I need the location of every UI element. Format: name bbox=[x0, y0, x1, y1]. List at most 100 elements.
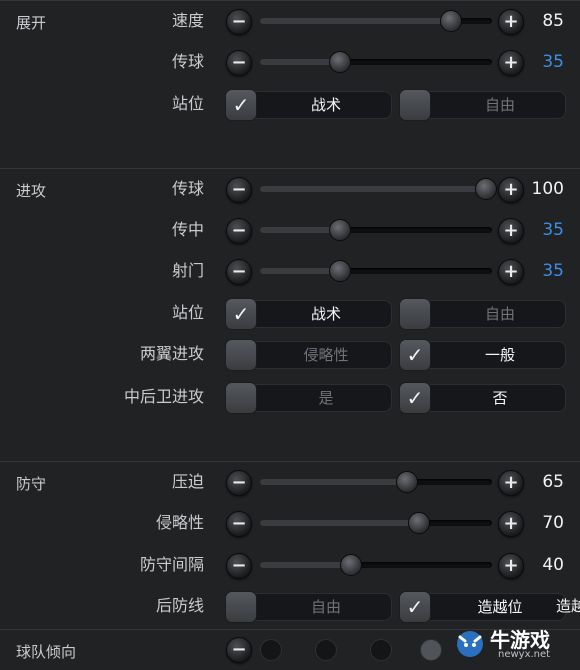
minus-button[interactable]: − bbox=[226, 259, 252, 285]
minus-icon: − bbox=[231, 261, 247, 282]
option-free[interactable]: 自由 bbox=[399, 89, 566, 121]
slider-value: 70 bbox=[542, 513, 564, 533]
plus-button[interactable]: + bbox=[498, 553, 524, 579]
minus-button[interactable]: − bbox=[226, 9, 252, 35]
row-label: 防守间隔 bbox=[139, 555, 204, 574]
option-row-wing-attack: 两翼进攻 侵略性 ✓ 一般 bbox=[0, 334, 580, 374]
row-label: 站位 bbox=[171, 94, 204, 113]
slider-value: 35 bbox=[542, 220, 564, 240]
option-tactical[interactable]: ✓ 战术 bbox=[225, 89, 392, 121]
option-no[interactable]: ✓ 否 bbox=[399, 382, 566, 414]
row-label: 中后卫进攻 bbox=[123, 387, 204, 406]
row-label: 速度 bbox=[171, 11, 204, 30]
option-label: 战术 bbox=[310, 96, 341, 114]
minus-icon: − bbox=[231, 639, 247, 660]
minus-button[interactable]: − bbox=[226, 470, 252, 496]
watermark-url: newyx.net bbox=[498, 649, 551, 660]
plus-button[interactable]: + bbox=[498, 218, 524, 244]
row-label: 射门 bbox=[171, 261, 204, 280]
row-label: 传中 bbox=[171, 220, 204, 239]
checkbox-empty[interactable] bbox=[399, 89, 431, 121]
checkbox-empty[interactable] bbox=[225, 382, 257, 414]
slider-knob[interactable] bbox=[328, 260, 351, 282]
option-label: 战术 bbox=[310, 305, 341, 323]
plus-button[interactable]: + bbox=[498, 177, 524, 203]
check-icon[interactable]: ✓ bbox=[399, 382, 431, 414]
slider-track[interactable] bbox=[260, 554, 492, 576]
option-label: 否 bbox=[492, 389, 508, 407]
row-label: 后防线 bbox=[155, 596, 204, 615]
slider-row-aggression: 侵略性 − + 70 bbox=[0, 503, 580, 543]
tendency-step[interactable] bbox=[315, 639, 337, 661]
slider-track[interactable] bbox=[260, 51, 492, 73]
minus-button[interactable]: − bbox=[226, 637, 252, 663]
minus-icon: − bbox=[231, 555, 247, 576]
option-tactical[interactable]: ✓ 战术 bbox=[225, 298, 392, 330]
slider-knob[interactable] bbox=[475, 178, 498, 200]
check-icon[interactable]: ✓ bbox=[399, 591, 431, 623]
section-label-team-tendency: 球队倾向 bbox=[16, 643, 77, 661]
slider-fill bbox=[260, 186, 486, 192]
tendency-step[interactable] bbox=[370, 639, 392, 661]
overflow-option-label: 造越 bbox=[556, 597, 580, 615]
option-row-cb-attack: 中后卫进攻 是 ✓ 否 bbox=[0, 377, 580, 417]
option-label: 造越位 bbox=[477, 598, 523, 616]
slider-row-shooting: 射门 − + 35 bbox=[0, 251, 580, 291]
checkbox-empty[interactable] bbox=[225, 339, 257, 371]
slider-track[interactable] bbox=[260, 471, 492, 493]
slider-fill bbox=[260, 562, 351, 568]
slider-value: 35 bbox=[542, 261, 564, 281]
minus-icon: − bbox=[231, 220, 247, 241]
slider-fill bbox=[260, 520, 418, 526]
check-icon[interactable]: ✓ bbox=[225, 89, 257, 121]
plus-icon: + bbox=[503, 179, 519, 200]
option-free[interactable]: 自由 bbox=[399, 298, 566, 330]
plus-button[interactable]: + bbox=[498, 511, 524, 537]
slider-track[interactable] bbox=[260, 10, 492, 32]
plus-icon: + bbox=[503, 472, 519, 493]
option-yes[interactable]: 是 bbox=[225, 382, 392, 414]
slider-knob[interactable] bbox=[407, 512, 430, 534]
slider-knob[interactable] bbox=[340, 554, 363, 576]
plus-button[interactable]: + bbox=[498, 50, 524, 76]
row-label: 站位 bbox=[171, 303, 204, 322]
plus-button[interactable]: + bbox=[498, 470, 524, 496]
checkbox-empty[interactable] bbox=[225, 591, 257, 623]
minus-button[interactable]: − bbox=[226, 50, 252, 76]
minus-icon: − bbox=[231, 52, 247, 73]
minus-button[interactable]: − bbox=[226, 553, 252, 579]
slider-row-crossing: 传中 − + 35 bbox=[0, 210, 580, 250]
slider-track[interactable] bbox=[260, 260, 492, 282]
option-offside-trap[interactable]: ✓ 造越位 bbox=[399, 591, 566, 623]
minus-button[interactable]: − bbox=[226, 177, 252, 203]
tendency-step[interactable] bbox=[260, 639, 282, 661]
checkbox-empty[interactable] bbox=[399, 298, 431, 330]
option-aggressive[interactable]: 侵略性 bbox=[225, 339, 392, 371]
option-normal[interactable]: ✓ 一般 bbox=[399, 339, 566, 371]
slider-knob[interactable] bbox=[440, 10, 463, 32]
option-free[interactable]: 自由 bbox=[225, 591, 392, 623]
option-row-positioning: 站位 ✓ 战术 自由 bbox=[0, 84, 580, 124]
plus-icon: + bbox=[503, 513, 519, 534]
option-label: 自由 bbox=[310, 598, 341, 616]
slider-track[interactable] bbox=[260, 219, 492, 241]
plus-icon: + bbox=[503, 220, 519, 241]
slider-knob[interactable] bbox=[328, 51, 351, 73]
tendency-step-active[interactable] bbox=[420, 639, 442, 661]
slider-value: 65 bbox=[542, 472, 564, 492]
plus-button[interactable]: + bbox=[498, 9, 524, 35]
minus-button[interactable]: − bbox=[226, 511, 252, 537]
slider-fill bbox=[260, 227, 339, 233]
minus-button[interactable]: − bbox=[226, 218, 252, 244]
slider-row-passing: 传球 − + 35 bbox=[0, 42, 580, 82]
minus-icon: − bbox=[231, 513, 247, 534]
slider-knob[interactable] bbox=[328, 219, 351, 241]
slider-track[interactable] bbox=[260, 512, 492, 534]
slider-track[interactable] bbox=[260, 178, 498, 200]
plus-icon: + bbox=[503, 555, 519, 576]
row-label: 两翼进攻 bbox=[139, 344, 204, 363]
check-icon[interactable]: ✓ bbox=[225, 298, 257, 330]
check-icon[interactable]: ✓ bbox=[399, 339, 431, 371]
slider-knob[interactable] bbox=[396, 471, 419, 493]
plus-button[interactable]: + bbox=[498, 259, 524, 285]
